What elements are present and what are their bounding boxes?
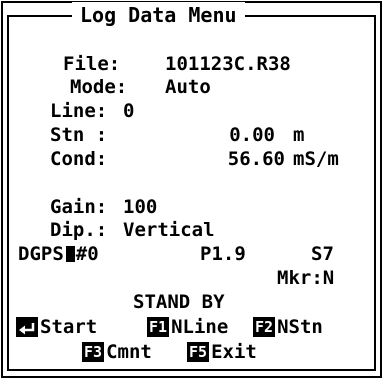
menu-title: Log Data Menu xyxy=(72,2,245,28)
gain-label: Gain: xyxy=(50,196,108,218)
file-value: 101123C.R38 xyxy=(165,53,291,75)
dgps-readout: DGPS #0 xyxy=(18,242,99,266)
start-label: Start xyxy=(40,316,98,338)
stn-label: Stn : xyxy=(50,124,108,146)
dgps-s-value: S7 xyxy=(311,243,334,265)
f3-key-cap: F3 xyxy=(82,342,105,362)
status-text: STAND BY xyxy=(133,291,225,313)
cond-label: Cond: xyxy=(50,148,108,170)
f3-label: Cmnt xyxy=(106,341,152,363)
stn-unit: m xyxy=(293,124,305,146)
line-label: Line: xyxy=(50,100,108,122)
cond-unit: mS/m xyxy=(293,148,339,170)
cursor-block xyxy=(65,246,75,262)
mode-label: Mode: xyxy=(70,76,128,98)
f1-key[interactable]: F1 NLine xyxy=(147,315,228,339)
f1-key-cap: F1 xyxy=(147,317,170,337)
enter-key-icon xyxy=(16,317,38,337)
cond-value: 56.60 xyxy=(227,148,285,170)
dip-label: Dip.: xyxy=(50,219,108,241)
log-data-screen: Log Data Menu File: 101123C.R38 Mode: Au… xyxy=(0,0,383,379)
dip-value[interactable]: Vertical xyxy=(123,218,215,242)
stn-value: 0.00 xyxy=(229,124,275,146)
f2-key[interactable]: F2 NStn xyxy=(253,315,323,339)
f1-label: NLine xyxy=(171,316,229,338)
gain-value[interactable]: 100 xyxy=(123,195,157,219)
f2-label: NStn xyxy=(277,316,323,338)
f5-label: Exit xyxy=(211,341,257,363)
mode-value[interactable]: Auto xyxy=(165,75,211,99)
marker-status: Mkr:N xyxy=(277,267,335,289)
dgps-label: DGPS xyxy=(18,243,64,265)
dgps-p-value: P1.9 xyxy=(200,243,246,265)
f3-key[interactable]: F3 Cmnt xyxy=(82,340,152,364)
file-label: File: xyxy=(63,53,121,75)
dgps-value: #0 xyxy=(75,243,99,265)
start-key[interactable]: Start xyxy=(16,315,97,339)
f5-key-cap: F5 xyxy=(187,342,210,362)
f2-key-cap: F2 xyxy=(253,317,276,337)
line-value: 0 xyxy=(123,100,135,122)
f5-key[interactable]: F5 Exit xyxy=(187,340,257,364)
